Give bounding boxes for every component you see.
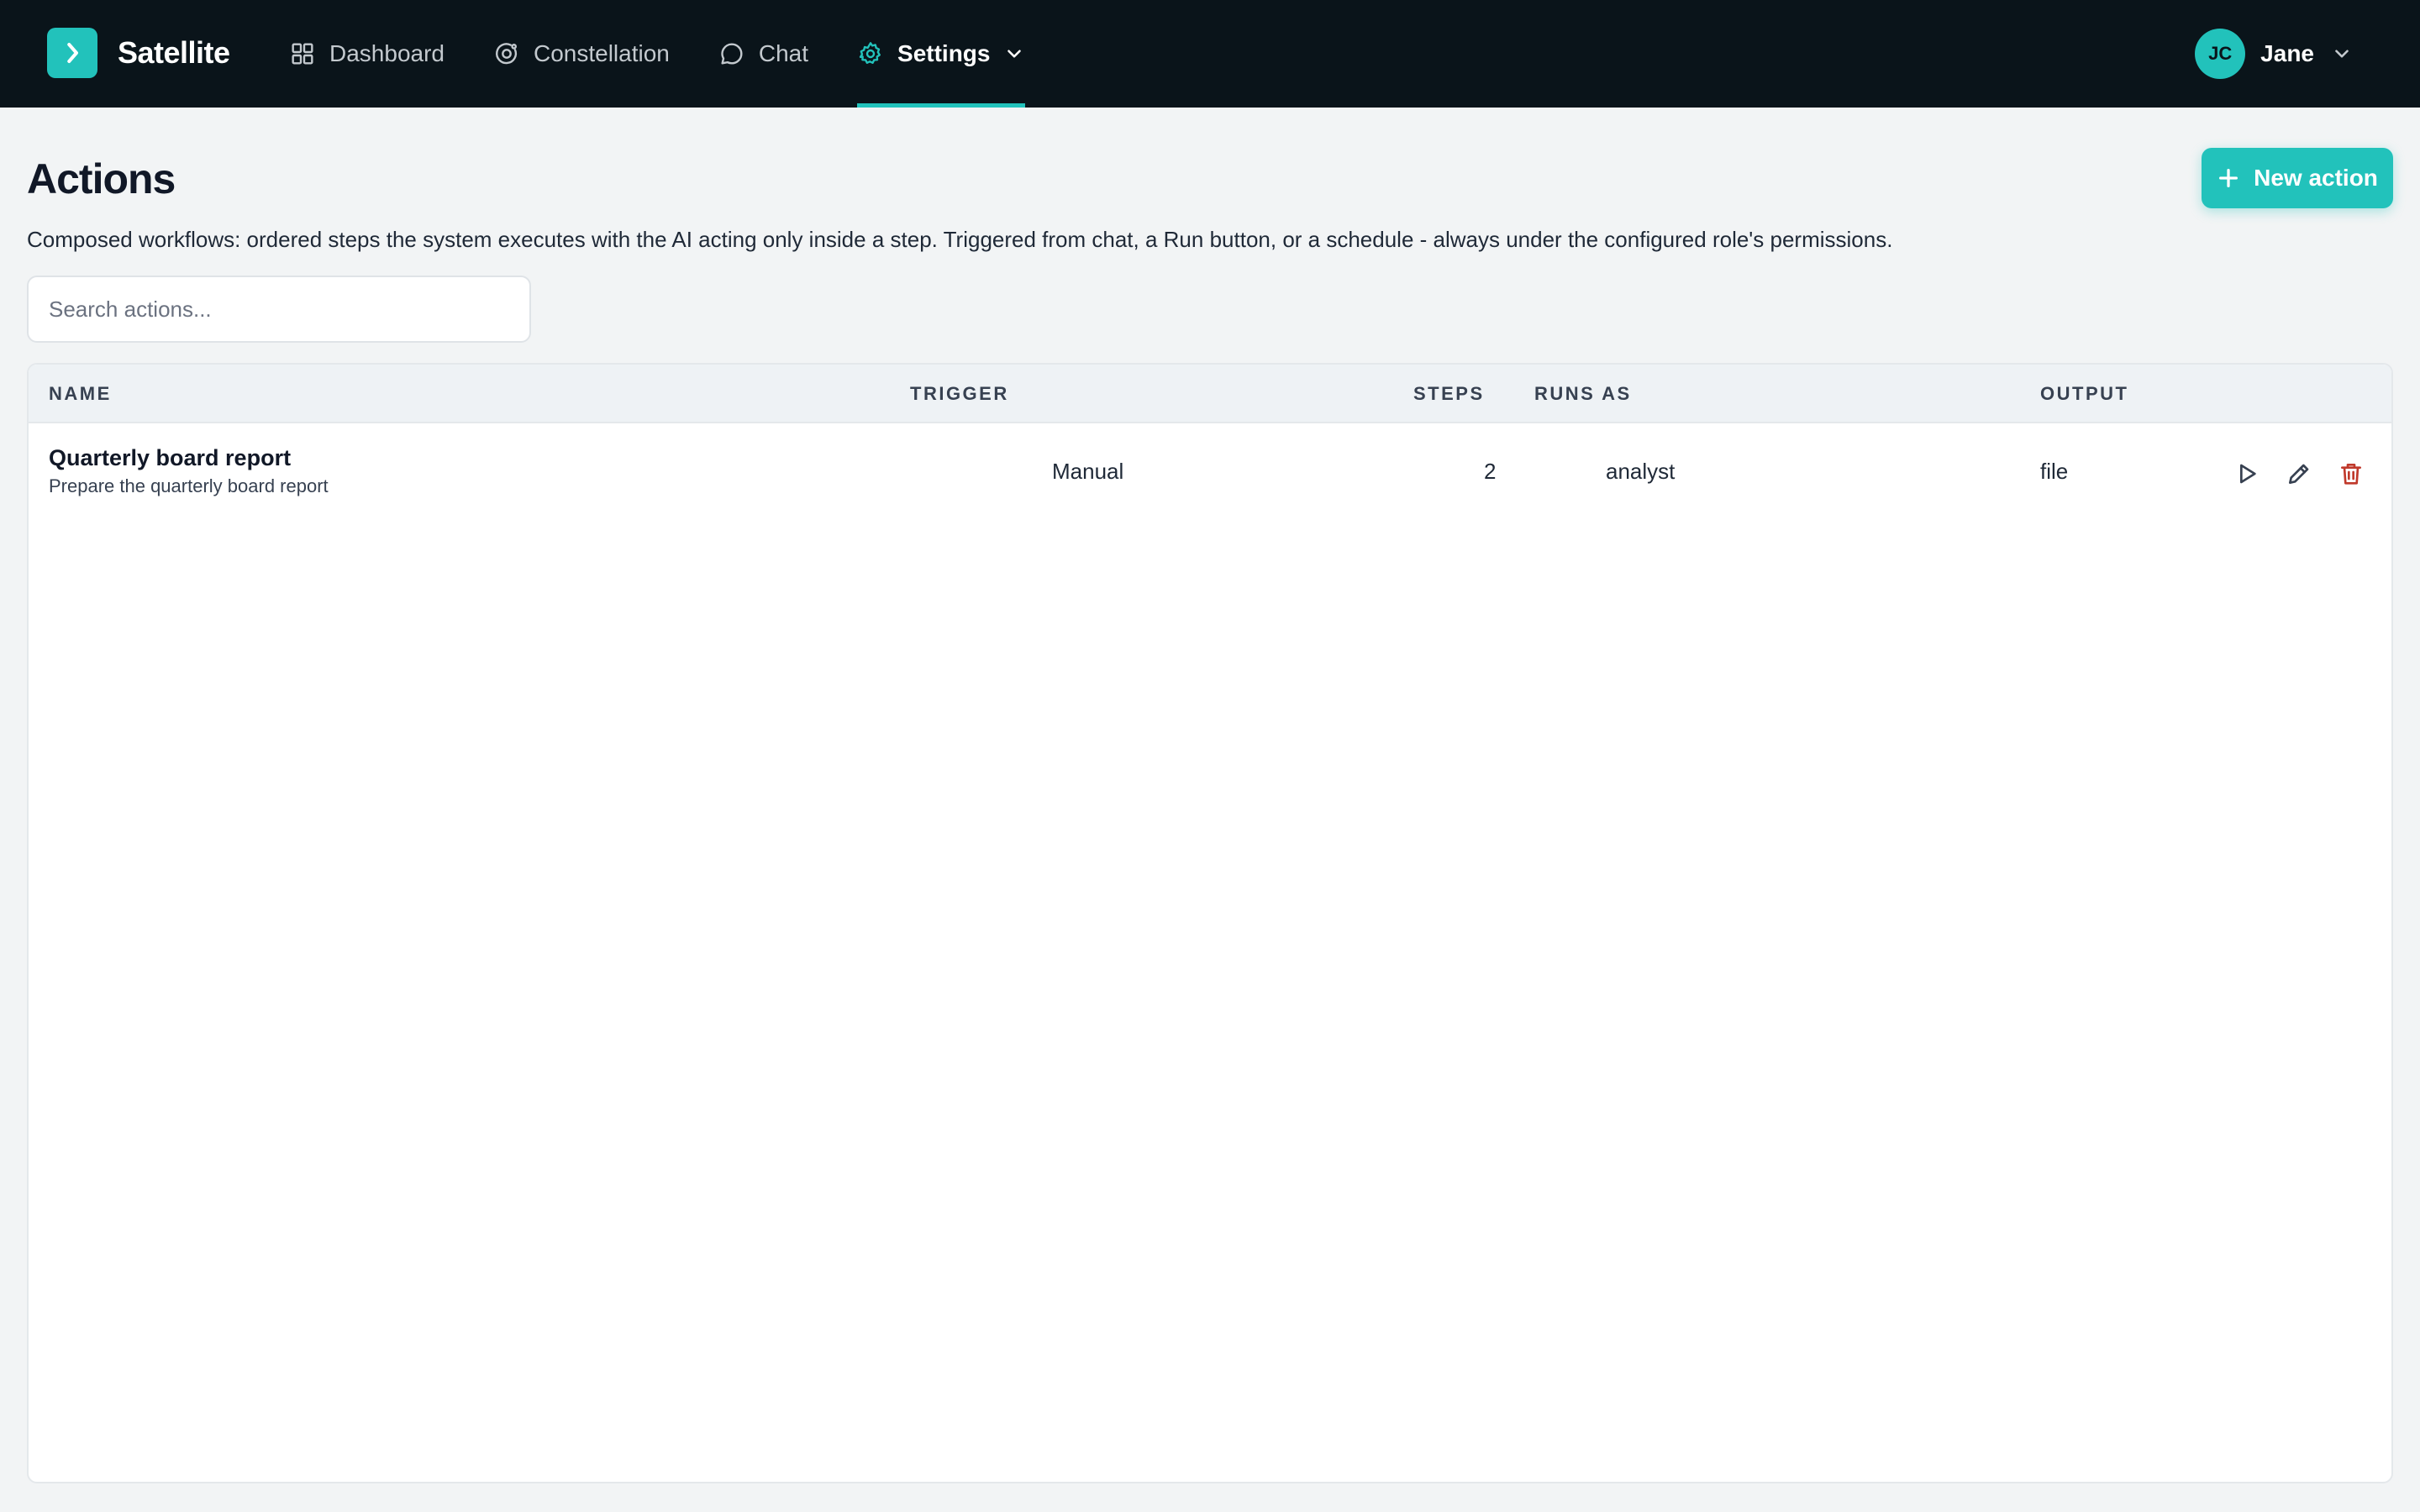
action-steps: 2	[1484, 459, 1497, 484]
user-menu[interactable]: JC Jane	[2195, 29, 2353, 79]
plus-icon	[2219, 169, 2238, 187]
orbit-icon	[496, 43, 518, 65]
column-header-runs-as[interactable]: RUNS AS	[1534, 365, 1632, 423]
main-nav: Dashboard Constellation Chat Settings	[289, 0, 1074, 108]
brand[interactable]: Satellite	[47, 28, 230, 78]
action-description: Prepare the quarterly board report	[49, 475, 329, 496]
search-input[interactable]	[27, 276, 531, 343]
app-logo	[47, 28, 97, 78]
nav-item-chat[interactable]: Chat	[718, 0, 808, 108]
chevron-down-icon	[2335, 50, 2349, 58]
grid-icon	[292, 43, 313, 65]
chat-bubble-icon	[721, 43, 743, 65]
app-name: Satellite	[118, 35, 230, 70]
new-action-button[interactable]: New action	[2202, 148, 2393, 208]
edit-action-button[interactable]	[2282, 457, 2316, 491]
chevron-down-icon	[1007, 50, 1022, 58]
action-trigger: Manual	[1052, 459, 1124, 484]
nav-item-label: Settings	[897, 40, 991, 66]
table-header: NAME TRIGGER STEPS RUNS AS OUTPUT	[29, 365, 2391, 423]
nav-item-label: Dashboard	[329, 40, 445, 66]
action-name[interactable]: Quarterly board report	[49, 445, 291, 471]
nav-item-label: Chat	[758, 40, 809, 66]
action-output: file	[2040, 459, 2069, 484]
column-header-name[interactable]: NAME	[49, 365, 112, 423]
user-name: Jane	[2260, 40, 2314, 66]
nav-item-settings[interactable]: Settings	[857, 0, 1026, 108]
page-title: Actions	[27, 155, 176, 202]
gear-icon	[859, 42, 881, 64]
run-action-button[interactable]	[2230, 457, 2264, 491]
row-actions	[2230, 457, 2386, 491]
delete-action-button[interactable]	[2334, 457, 2368, 491]
actions-table: NAME TRIGGER STEPS RUNS AS OUTPUT Quarte…	[27, 363, 2393, 1483]
nav-item-constellation[interactable]: Constellation	[493, 0, 670, 108]
chevron-right-icon	[67, 43, 78, 63]
trash-icon	[2341, 464, 2361, 485]
column-header-trigger[interactable]: TRIGGER	[910, 365, 1009, 423]
nav-item-label: Constellation	[533, 40, 670, 66]
action-runs-as: analyst	[1606, 459, 1676, 484]
nav-item-dashboard[interactable]: Dashboard	[289, 0, 445, 108]
pencil-icon	[2289, 464, 2309, 484]
new-action-label: New action	[2254, 165, 2378, 191]
play-icon	[2240, 464, 2256, 484]
table-row[interactable]: Quarterly board report Prepare the quart…	[29, 423, 2391, 524]
avatar: JC	[2195, 29, 2246, 79]
top-navigation-bar: Satellite Dashboard Constellation Chat S…	[0, 0, 2420, 108]
page-description: Composed workflows: ordered steps the sy…	[27, 227, 1893, 252]
column-header-output[interactable]: OUTPUT	[2040, 365, 2128, 423]
column-header-steps[interactable]: STEPS	[1413, 365, 1485, 423]
